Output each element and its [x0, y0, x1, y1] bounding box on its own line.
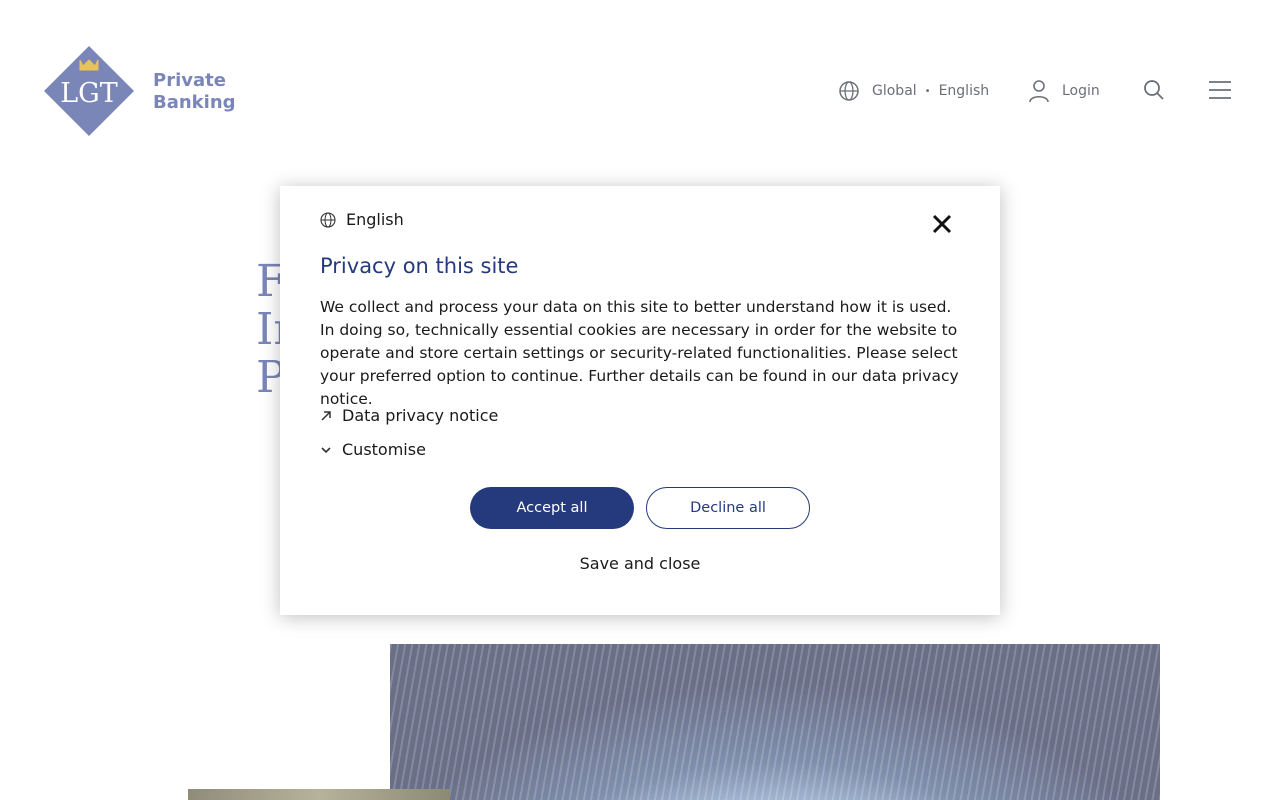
secondary-image [188, 789, 450, 800]
save-and-close-button[interactable]: Save and close [280, 554, 1000, 573]
menu-icon[interactable] [1208, 78, 1232, 102]
brand-line-1: Private [153, 70, 226, 91]
customise-label: Customise [342, 440, 426, 459]
privacy-dialog: English Privacy on this site We collect … [280, 186, 1000, 615]
dialog-body-text: We collect and process your data on this… [320, 298, 959, 408]
site-header: LGT Private Banking Global • English Log… [0, 0, 1280, 180]
svg-text:LGT: LGT [60, 78, 118, 109]
user-icon [1029, 80, 1049, 103]
lgt-logo[interactable]: LGT [44, 46, 134, 136]
eye-iris-image [390, 644, 1160, 800]
search-icon[interactable] [1142, 78, 1166, 102]
separator: • [924, 85, 931, 97]
chevron-down-icon [321, 446, 331, 453]
language-selector[interactable]: Global • English [838, 78, 989, 104]
region-label: Global [872, 83, 917, 99]
decline-all-button[interactable]: Decline all [646, 487, 810, 529]
data-privacy-notice-label: Data privacy notice [342, 406, 499, 425]
globe-icon [320, 211, 336, 228]
brand-name: Private Banking [153, 70, 236, 114]
brand-line-2: Banking [153, 92, 236, 113]
close-icon[interactable] [928, 210, 956, 238]
language-label: English [938, 83, 990, 99]
data-privacy-notice-link[interactable]: Data privacy notice [320, 406, 498, 425]
globe-icon [839, 81, 859, 101]
login-link[interactable]: Login [1028, 78, 1100, 104]
arrow-up-right-icon [321, 410, 331, 421]
customise-toggle[interactable]: Customise [320, 440, 426, 459]
login-label: Login [1062, 83, 1100, 99]
accept-all-button[interactable]: Accept all [470, 487, 634, 529]
dialog-title: Privacy on this site [320, 254, 519, 278]
dialog-language-selector[interactable]: English [320, 210, 404, 229]
dialog-language-label: English [346, 210, 404, 229]
